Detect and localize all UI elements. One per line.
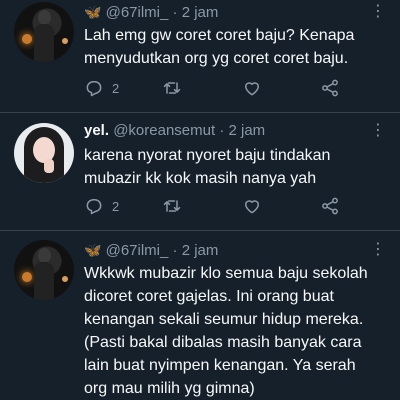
user-handle[interactable]: @67ilmi_ [106, 242, 169, 259]
reply-icon [86, 199, 102, 215]
divider [0, 112, 400, 113]
tweet-header: 🦋 @67ilmi_ · 2 jam [84, 2, 218, 23]
separator: · [172, 242, 178, 259]
share-button[interactable] [320, 194, 340, 218]
more-options-icon[interactable]: ⋮ [368, 121, 388, 141]
tweet-line: Lah emg gw coret coret baju? Kenapa [84, 27, 355, 44]
timestamp[interactable]: 2 jam [182, 242, 219, 259]
tweet-text: Lah emg gw coret coret baju? Kenapa meny… [84, 24, 384, 70]
like-button[interactable] [242, 194, 262, 218]
tweet-line: mubazir kk kok masih nanya yah [84, 170, 317, 187]
tweet-text: karena nyorat nyoret baju tindakan mubaz… [84, 144, 384, 190]
reply-count: 2 [112, 198, 120, 214]
tweet-line: dicoret coret gajelas. Ini orang buat [84, 288, 334, 305]
avatar[interactable] [14, 123, 74, 183]
share-button[interactable] [320, 76, 340, 100]
separator: · [219, 122, 225, 139]
tweet-line: karena nyorat nyoret baju tindakan [84, 147, 331, 164]
retweet-icon [163, 82, 181, 94]
reply-button[interactable]: 2 [84, 194, 119, 218]
retweet-icon [163, 200, 181, 212]
reply-icon [86, 81, 102, 97]
timestamp[interactable]: 2 jam [182, 4, 219, 21]
tweet-actions: 2 [84, 194, 354, 218]
tweet-line: menyudutkan org yg coret coret baju. [84, 50, 349, 67]
tweet-1[interactable]: 🦋 @67ilmi_ · 2 jam ⋮ Lah emg gw coret co… [0, 0, 400, 112]
avatar[interactable] [14, 240, 74, 300]
reply-count: 2 [112, 80, 120, 96]
tweet-text: Wkkwk mubazir klo semua baju sekolah dic… [84, 262, 384, 400]
butterfly-emoji: 🦋 [84, 4, 102, 20]
tweet-2[interactable]: yel. @koreansemut · 2 jam ⋮ karena nyora… [0, 120, 400, 232]
timestamp[interactable]: 2 jam [229, 122, 266, 139]
like-button[interactable] [242, 76, 262, 100]
heart-icon [245, 200, 259, 214]
tweet-line: kenangan sekali seumur hidup mereka. [84, 311, 364, 328]
tweet-thread: 🦋 @67ilmi_ · 2 jam ⋮ Lah emg gw coret co… [0, 0, 400, 400]
tweet-line: (Pasti bakal dibalas masih banyak cara [84, 334, 362, 351]
tweet-line: org mau milih yg gimna) [84, 380, 255, 397]
tweet-header: 🦋 @67ilmi_ · 2 jam [84, 240, 218, 261]
tweet-line: Wkkwk mubazir klo semua baju sekolah [84, 265, 368, 282]
tweet-actions: 2 [84, 76, 354, 100]
share-icon [322, 197, 338, 215]
avatar[interactable] [14, 2, 74, 62]
tweet-header: yel. @koreansemut · 2 jam [84, 121, 265, 141]
reply-button[interactable]: 2 [84, 76, 119, 100]
user-handle[interactable]: @67ilmi_ [106, 4, 169, 21]
divider [0, 230, 400, 231]
display-name[interactable]: yel. [84, 122, 109, 139]
more-options-icon[interactable]: ⋮ [368, 2, 388, 22]
tweet-line: lain buat nyimpen kenangan. Ya serah [84, 357, 356, 374]
more-options-icon[interactable]: ⋮ [368, 240, 388, 260]
butterfly-emoji: 🦋 [84, 242, 102, 258]
user-handle[interactable]: @koreansemut [113, 122, 215, 139]
tweet-3[interactable]: 🦋 @67ilmi_ · 2 jam ⋮ Wkkwk mubazir klo s… [0, 238, 400, 400]
retweet-button[interactable] [162, 76, 182, 100]
share-icon [322, 79, 338, 97]
retweet-button[interactable] [162, 194, 182, 218]
heart-icon [245, 82, 259, 96]
separator: · [172, 4, 178, 21]
